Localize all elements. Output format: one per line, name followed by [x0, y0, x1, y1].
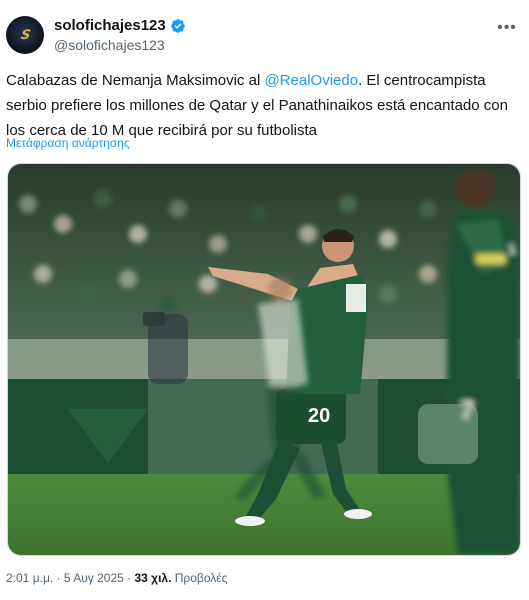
more-options-icon[interactable]: •••	[497, 18, 517, 38]
avatar[interactable]: S	[6, 16, 44, 54]
translate-post-link[interactable]: Μετάφραση ανάρτησης	[6, 136, 130, 150]
timestamp-date[interactable]: 5 Αυγ 2025	[64, 571, 124, 585]
tweet-header: S solofichajes123 @solofichajes123 •••	[6, 16, 519, 60]
tweet-meta: 2:01 μ.μ. · 5 Αυγ 2025 · 33 χιλ. Προβολέ…	[6, 571, 227, 585]
display-name-row: solofichajes123	[54, 17, 186, 34]
views-label: Προβολές	[171, 571, 228, 585]
author-names: solofichajes123 @solofichajes123	[54, 17, 186, 53]
meta-separator: ·	[123, 571, 135, 585]
avatar-logo: S	[19, 27, 31, 43]
football-photo: 20 7 1	[8, 164, 520, 555]
shirt-number: 20	[308, 405, 330, 427]
player-foreground: 7 1	[446, 169, 520, 555]
foreground-sleeve-number: 1	[508, 241, 516, 257]
views-count: 33 χιλ.	[134, 571, 172, 585]
meta-separator: ·	[53, 571, 64, 585]
handle[interactable]: @solofichajes123	[54, 37, 186, 53]
photographer	[143, 312, 188, 384]
verified-badge-icon	[170, 18, 185, 33]
tweet-text: Calabazas de Nemanja Maksimovic al @Real…	[6, 68, 518, 143]
tweet-photo[interactable]: 20 7 1	[7, 163, 521, 556]
tweet-text-part1: Calabazas de Nemanja Maksimovic al	[6, 72, 265, 89]
mention-link[interactable]: @RealOviedo	[264, 72, 358, 89]
display-name[interactable]: solofichajes123	[54, 17, 166, 34]
timestamp-time[interactable]: 2:01 μ.μ.	[6, 571, 53, 585]
